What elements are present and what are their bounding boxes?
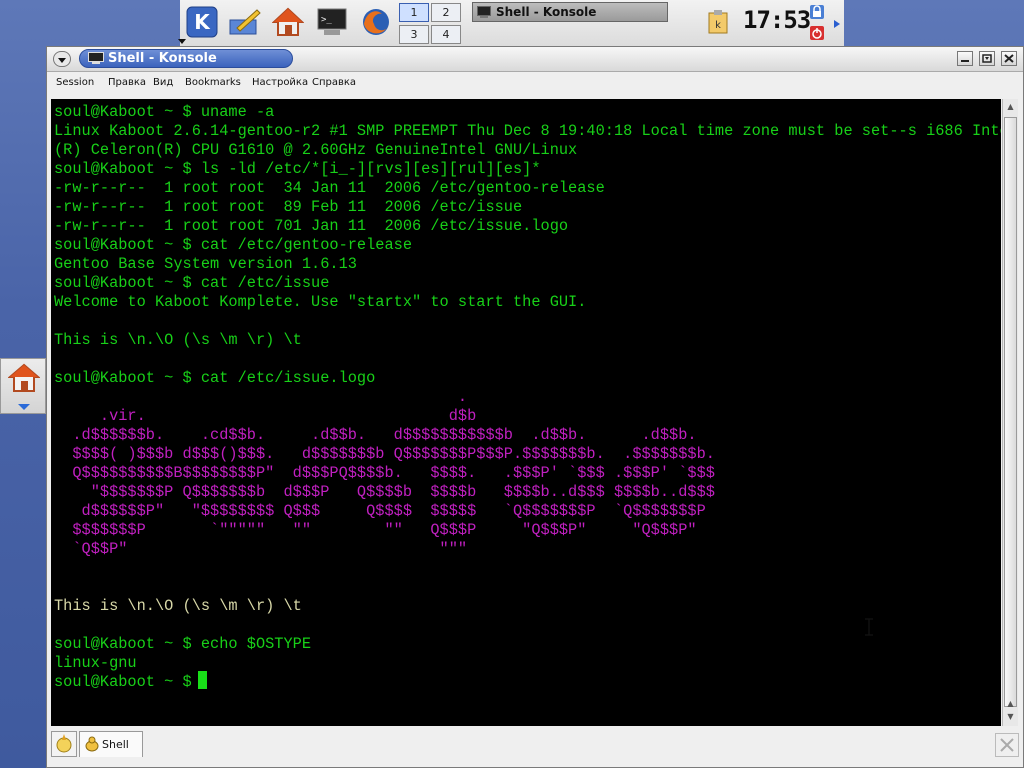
text-cursor-icon [865,618,873,636]
terminal-cursor [198,671,207,689]
terminal-line: soul@Kaboot ~ $ uname -a [54,103,275,121]
terminal-line: $$$$$$$P `""""" "" "" Q$$$P "Q$$$P" "Q$$… [54,521,697,539]
firefox-launcher-button[interactable] [358,4,394,40]
terminal-line: Welcome to Kaboot Komplete. Use "startx"… [54,293,587,311]
taskbar-button-konsole[interactable]: Shell - Konsole [472,2,668,22]
desktop-4-button[interactable]: 4 [431,25,461,44]
logout-button[interactable] [809,25,825,41]
panel-menu-arrow-icon [178,39,186,44]
menu-help[interactable]: Справка [312,77,356,88]
restore-icon [982,54,992,63]
konsole-window: Shell - Konsole Session Правка Вид Bookm… [46,46,1024,768]
power-icon [810,26,824,40]
window-title: Shell - Konsole [108,51,217,66]
chevron-down-icon [18,404,30,410]
svg-text:K: K [194,10,211,34]
maximize-button[interactable] [979,51,995,66]
terminal-line: This is \n.\O (\s \m \r) \t [54,331,302,349]
menu-session[interactable]: Session [56,77,94,88]
kde-menu-button[interactable]: K [184,4,220,40]
kicker-panel: K >_ 1 2 3 4 Shell - Konsole k 17:53 [180,0,844,47]
svg-text:k: k [715,20,721,31]
scroll-down-button[interactable]: ▼ [1004,710,1017,723]
terminal-line: (R) Celeron(R) CPU G1610 @ 2.60GHz Genui… [54,141,578,159]
terminal-line: This is \n.\O (\s \m \r) \t [54,597,302,615]
terminal-line: .d$$$$$$b. .cd$$b. .d$$b. d$$$$$$$$$$$b … [54,426,697,444]
shell-icon [85,736,99,752]
terminal-line: . [54,388,468,406]
kde-logo-icon: K [186,6,218,38]
firefox-icon [363,9,389,35]
terminal-line: .vir. d$b [54,407,477,425]
terminal-line: `Q$$P" """ [54,540,468,558]
terminal-line: -rw-r--r-- 1 root root 701 Jan 11 2006 /… [54,217,569,235]
terminal-line: -rw-r--r-- 1 root root 89 Feb 11 2006 /e… [54,198,523,216]
tab-shell-label: Shell [102,738,129,751]
lock-screen-button[interactable] [809,4,825,20]
terminal-small-icon [477,6,491,18]
clipboard-icon: k [708,10,728,34]
window-titlebar[interactable]: Shell - Konsole [47,47,1023,72]
terminal-icon: >_ [317,8,347,35]
terminal-line: soul@Kaboot ~ $ [54,673,201,691]
desktop-pen-icon [229,9,261,35]
close-session-button[interactable] [995,733,1019,757]
menu-settings[interactable]: Настройка [252,77,308,88]
close-icon [1004,54,1014,63]
terminal-line: d$$$$$$P" "$$$$$$$$ Q$$$ Q$$$$ $$$$$ `Q$… [54,502,706,520]
window-title-pill: Shell - Konsole [79,49,293,68]
terminal-small-icon [88,52,104,64]
panel-hide-button[interactable] [832,14,842,34]
desktop-button[interactable] [226,4,262,40]
home-button[interactable] [270,4,306,40]
menu-edit[interactable]: Правка [108,77,146,88]
terminal-line: Linux Kaboot 2.6.14-gentoo-r2 #1 SMP PRE… [54,122,1001,140]
svg-text:>_: >_ [321,15,332,25]
terminal-line: soul@Kaboot ~ $ echo $OSTYPE [54,635,312,653]
konsole-launcher-button[interactable]: >_ [314,4,350,40]
scroll-up-button[interactable]: ▲ [1004,100,1017,113]
new-session-icon [56,734,72,753]
scroll-up-button-lower[interactable]: ▲ [1004,697,1017,710]
menu-view[interactable]: Вид [153,77,173,88]
menubar: Session Правка Вид Bookmarks Настройка С… [47,72,1023,94]
chevron-down-icon [58,58,66,63]
close-session-icon [1000,738,1014,752]
menu-bookmarks[interactable]: Bookmarks [185,77,241,88]
desktop-2-button[interactable]: 2 [431,3,461,22]
terminal-line: -rw-r--r-- 1 root root 34 Jan 11 2006 /e… [54,179,605,197]
taskbar-button-label: Shell - Konsole [496,5,597,19]
session-tab-bar: Shell [47,729,1023,767]
vertical-scrollbar[interactable]: ▲ ▲ ▼ [1002,99,1018,726]
terminal-line: Q$$$$$$$$$$B$$$$$$$$P" d$$$PQ$$$$b. $$$$… [54,464,715,482]
window-menu-button[interactable] [53,51,71,67]
terminal-line: linux-gnu [54,654,137,672]
scrollbar-thumb[interactable] [1004,117,1017,707]
terminal-line: soul@Kaboot ~ $ cat /etc/issue.logo [54,369,376,387]
minimize-button[interactable] [957,51,973,66]
close-button[interactable] [1001,51,1017,66]
terminal-area[interactable]: soul@Kaboot ~ $ uname -a Linux Kaboot 2.6… [51,99,1001,726]
clock[interactable]: 17:53 [743,6,811,34]
klipper-button[interactable]: k [706,9,730,35]
terminal-line: $$$$( )$$$b d$$$()$$$. d$$$$$$$b Q$$$$$$… [54,445,715,463]
terminal-line: soul@Kaboot ~ $ ls -ld /etc/*[i_-][rvs][… [54,160,541,178]
tab-shell[interactable]: Shell [79,731,143,757]
desktop-3-button[interactable]: 3 [399,25,429,44]
minimize-icon [961,60,969,62]
new-session-button[interactable] [51,731,77,757]
terminal-line: soul@Kaboot ~ $ cat /etc/gentoo-release [54,236,413,254]
terminal-line: Gentoo Base System version 1.6.13 [54,255,357,273]
arrow-right-icon [834,20,840,28]
desktop-1-button[interactable]: 1 [399,3,429,22]
terminal-line: "$$$$$$$P Q$$$$$$$b d$$$P Q$$$$b $$$$b $… [54,483,715,501]
home-icon [8,363,40,392]
home-icon [272,7,304,36]
terminal-line: soul@Kaboot ~ $ cat /etc/issue [54,274,330,292]
lock-icon [810,5,824,19]
side-home-button[interactable] [0,358,46,414]
